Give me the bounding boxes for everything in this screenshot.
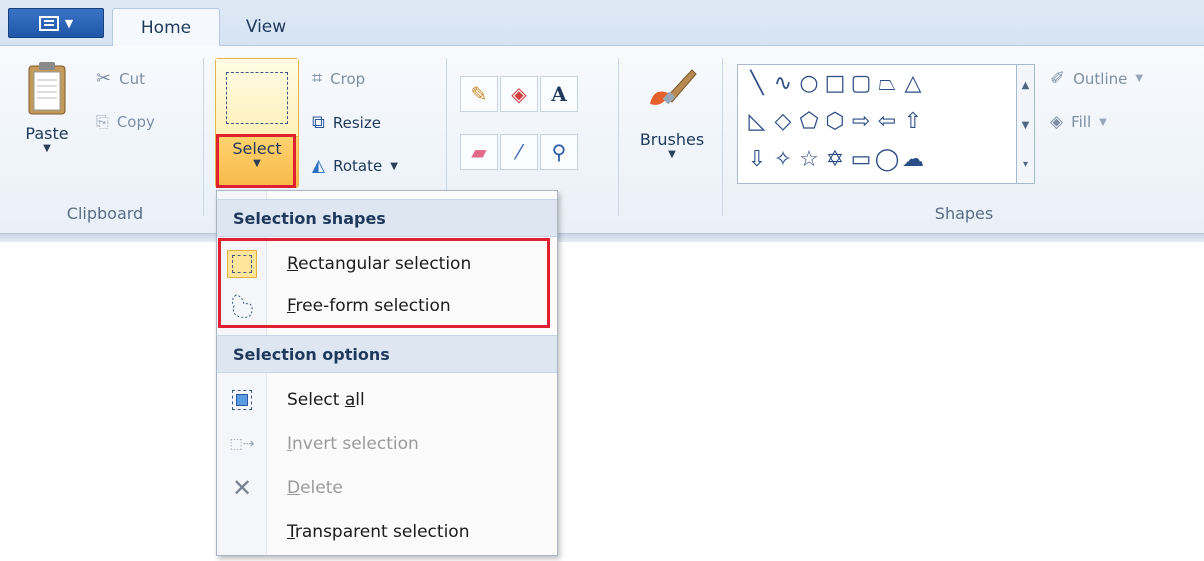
curve-icon[interactable]: ∿ xyxy=(770,71,796,97)
four-point-star-icon[interactable]: ✧ xyxy=(770,147,796,173)
oval-icon[interactable]: ○ xyxy=(796,71,822,97)
chevron-down-icon: ▼ xyxy=(64,16,74,30)
paste-button[interactable]: Paste ▼ xyxy=(18,60,76,190)
resize-button[interactable]: ⧉ Resize xyxy=(312,112,381,133)
tab-home-label: Home xyxy=(140,18,192,38)
triangle-icon[interactable]: △ xyxy=(900,71,926,97)
document-icon xyxy=(38,15,59,31)
brush-icon xyxy=(650,69,697,105)
highlight-selection-shapes xyxy=(218,238,550,328)
diamond-icon[interactable]: ◇ xyxy=(770,109,796,135)
menu-header-label: Selection options xyxy=(233,344,390,364)
menu-header-selection-shapes: Selection shapes xyxy=(217,199,557,237)
chevron-down-icon: ▼ xyxy=(43,143,51,154)
rounded-callout-icon[interactable]: ▭ xyxy=(848,147,874,173)
fill-bucket-icon: ◈ xyxy=(1050,112,1064,132)
select-preview xyxy=(216,59,298,137)
gallery-expand[interactable]: ▾ xyxy=(1016,145,1034,183)
menu-item-label: Delete xyxy=(287,478,343,498)
line-icon[interactable]: ╲ xyxy=(744,71,770,97)
brushes-label: Brushes xyxy=(639,130,705,149)
right-arrow-icon[interactable]: ⇨ xyxy=(848,109,874,135)
polygon-icon[interactable]: ⏢ xyxy=(874,71,900,97)
crop-icon: ⌗ xyxy=(312,68,323,89)
fill-label: Fill xyxy=(1071,113,1092,131)
select-all-icon xyxy=(217,390,267,410)
five-point-star-icon[interactable]: ☆ xyxy=(796,147,822,173)
shapes-gallery: ╲ ∿ ○ □ ▢ ⏢ △ ◺ ◇ ⬠ ⬡ ⇨ ⇦ ⇧ ⇩ ✧ ☆ ✡ ▭ ◯ … xyxy=(737,64,1035,184)
cut-label: Cut xyxy=(119,69,145,88)
down-arrow-icon[interactable]: ⇩ xyxy=(744,147,770,173)
chevron-down-icon: ▼ xyxy=(390,160,398,172)
menu-item-transparent-selection[interactable]: Transparent selection xyxy=(217,511,557,553)
fill-bucket-icon[interactable]: ◈ xyxy=(500,76,538,112)
gallery-scroll-down[interactable]: ▼ xyxy=(1016,105,1034,145)
rectangular-selection-icon xyxy=(226,71,288,124)
cloud-callout-icon[interactable]: ☁ xyxy=(900,147,926,173)
ribbon-home: Paste ▼ ✂ Cut ⎘ Copy Clipboard ⌗ Crop ⧉ … xyxy=(0,46,1204,234)
resize-icon: ⧉ xyxy=(312,112,325,133)
up-arrow-icon[interactable]: ⇧ xyxy=(900,109,926,135)
paste-label: Paste xyxy=(25,124,69,143)
menu-item-label: Select all xyxy=(287,390,365,410)
rotate-label: Rotate xyxy=(333,157,383,175)
menu-item-delete[interactable]: ✕ Delete xyxy=(217,467,557,509)
group-divider xyxy=(618,58,619,216)
magnifier-icon[interactable]: ⚲ xyxy=(540,134,578,170)
group-divider xyxy=(203,58,204,216)
app-menu-button[interactable]: ▼ xyxy=(8,8,104,38)
group-divider xyxy=(722,58,723,216)
gallery-scroll-up[interactable]: ▲ xyxy=(1016,65,1034,105)
chevron-down-icon: ▼ xyxy=(1099,116,1107,128)
rounded-rectangle-icon[interactable]: ▢ xyxy=(848,71,874,97)
oval-callout-icon[interactable]: ◯ xyxy=(874,147,900,173)
ribbon-bottom-edge xyxy=(0,234,1204,242)
highlight-select-dropdown xyxy=(216,134,296,188)
crop-label: Crop xyxy=(330,69,366,88)
tab-view-label: View xyxy=(245,17,287,37)
text-icon[interactable]: A xyxy=(540,76,578,112)
chevron-down-icon: ▼ xyxy=(668,149,676,160)
menu-item-label: Invert selection xyxy=(287,434,419,454)
rotate-icon: ◭ xyxy=(312,156,326,176)
pentagon-icon[interactable]: ⬠ xyxy=(796,109,822,135)
left-arrow-icon[interactable]: ⇦ xyxy=(874,109,900,135)
copy-button[interactable]: ⎘ Copy xyxy=(96,112,155,132)
six-point-star-icon[interactable]: ✡ xyxy=(822,147,848,173)
rectangle-icon[interactable]: □ xyxy=(822,71,848,97)
invert-selection-icon: ⬚⇢ xyxy=(229,436,255,452)
clipboard-icon xyxy=(28,62,66,115)
brushes-button[interactable]: Brushes ▼ xyxy=(626,64,718,204)
crop-button[interactable]: ⌗ Crop xyxy=(312,68,365,89)
chevron-down-icon: ▼ xyxy=(1135,73,1144,84)
pencil-icon[interactable]: ✎ xyxy=(460,76,498,112)
clipboard-group-label: Clipboard xyxy=(66,204,144,223)
menu-item-label: Transparent selection xyxy=(287,522,470,542)
fill-button[interactable]: ◈ Fill ▼ xyxy=(1050,112,1107,132)
eraser-icon[interactable]: ▰ xyxy=(460,134,498,170)
menu-header-label: Selection shapes xyxy=(233,208,386,228)
delete-icon: ✕ xyxy=(231,474,253,502)
tab-home[interactable]: Home xyxy=(112,8,220,47)
menu-item-select-all[interactable]: Select all xyxy=(217,379,557,421)
rotate-button[interactable]: ◭ Rotate ▼ xyxy=(312,156,398,176)
outline-pencil-icon: ✐ xyxy=(1050,68,1066,89)
resize-label: Resize xyxy=(332,113,381,132)
outline-button[interactable]: ✐ Outline ▼ xyxy=(1050,68,1143,89)
shapes-group-label: Shapes xyxy=(934,204,994,223)
copy-label: Copy xyxy=(116,113,155,131)
color-picker-icon[interactable]: ⁄ xyxy=(500,134,538,170)
scissors-icon: ✂ xyxy=(96,68,112,89)
menu-item-invert-selection[interactable]: ⬚⇢ Invert selection xyxy=(217,423,557,465)
copy-icon: ⎘ xyxy=(96,112,109,131)
menu-header-selection-options: Selection options xyxy=(217,335,557,373)
ribbon-tab-bar: ▼ Home View xyxy=(0,0,1204,47)
cut-button[interactable]: ✂ Cut xyxy=(96,68,145,89)
tab-view[interactable]: View xyxy=(222,8,310,46)
hexagon-icon[interactable]: ⬡ xyxy=(822,109,848,135)
outline-label: Outline xyxy=(1073,69,1128,88)
right-triangle-icon[interactable]: ◺ xyxy=(744,109,770,135)
